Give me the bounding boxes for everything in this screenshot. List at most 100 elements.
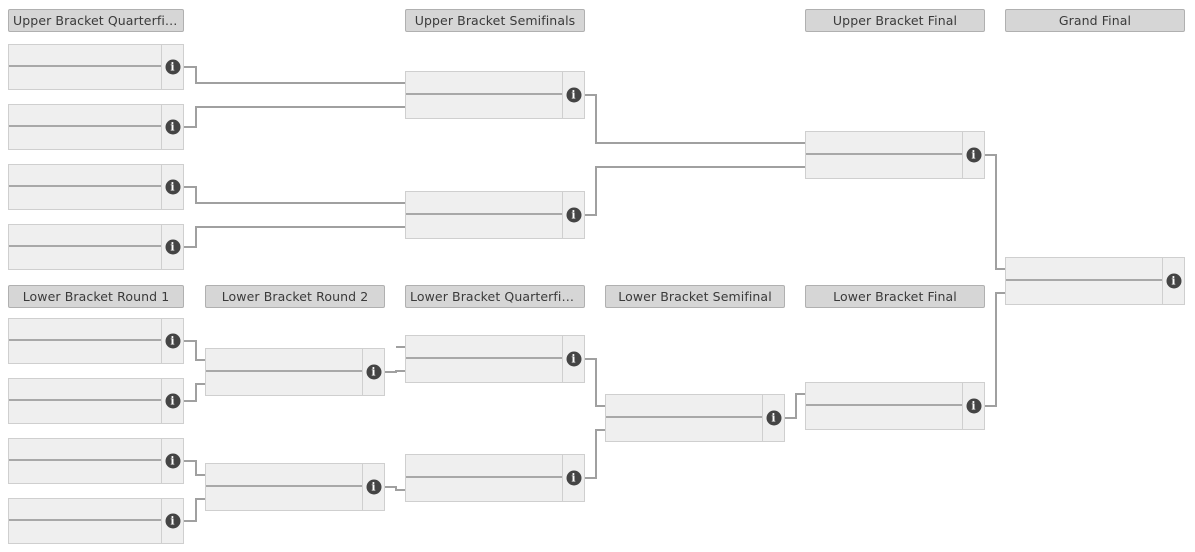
info-icon[interactable]: i	[165, 333, 180, 349]
match-slot-top[interactable]	[806, 383, 962, 406]
info-icon[interactable]: i	[766, 410, 781, 426]
match-slot-top[interactable]	[206, 349, 362, 372]
match-info-column: i	[562, 455, 584, 501]
round-header-ub-f[interactable]: Upper Bracket Final	[805, 9, 985, 32]
round-header-ub-sf[interactable]: Upper Bracket Semifinals	[405, 9, 585, 32]
match-slot-bottom[interactable]	[806, 155, 962, 178]
match-slot-bottom[interactable]	[806, 406, 962, 429]
match-lbr1m3[interactable]: i	[8, 438, 184, 484]
match-slot-top[interactable]	[1006, 258, 1162, 281]
match-slot-top[interactable]	[406, 192, 562, 215]
match-slot-bottom[interactable]	[9, 247, 161, 269]
match-info-column: i	[161, 379, 183, 423]
match-slot-top[interactable]	[9, 105, 161, 127]
match-info-column: i	[562, 72, 584, 118]
match-lbr2m2[interactable]: i	[205, 463, 385, 511]
info-icon[interactable]: i	[165, 393, 180, 409]
info-icon[interactable]: i	[1166, 273, 1181, 289]
match-slot-top[interactable]	[406, 336, 562, 359]
match-slots	[406, 72, 562, 118]
bracket-connector	[585, 166, 805, 216]
match-slot-bottom[interactable]	[206, 487, 362, 510]
match-slot-bottom[interactable]	[9, 187, 161, 209]
info-icon[interactable]: i	[165, 239, 180, 255]
match-slot-top[interactable]	[406, 455, 562, 478]
info-icon[interactable]: i	[566, 87, 581, 103]
round-header-lb-sf[interactable]: Lower Bracket Semifinal	[605, 285, 785, 308]
bracket-connector	[385, 486, 405, 491]
match-slot-bottom[interactable]	[406, 478, 562, 501]
info-icon[interactable]: i	[966, 147, 981, 163]
match-slot-top[interactable]	[9, 165, 161, 187]
info-icon[interactable]: i	[566, 351, 581, 367]
match-slot-bottom[interactable]	[406, 95, 562, 118]
match-slot-bottom[interactable]	[406, 215, 562, 238]
match-slot-bottom[interactable]	[9, 67, 161, 89]
match-slot-bottom[interactable]	[206, 372, 362, 395]
match-info-column: i	[1162, 258, 1184, 304]
bracket-connector	[585, 94, 805, 144]
match-slot-top[interactable]	[9, 379, 161, 401]
match-slot-bottom[interactable]	[1006, 281, 1162, 304]
match-lbqf1[interactable]: i	[405, 335, 585, 383]
match-slot-bottom[interactable]	[9, 521, 161, 543]
match-slots	[806, 383, 962, 429]
info-icon[interactable]: i	[165, 513, 180, 529]
match-ubqf2[interactable]: i	[8, 104, 184, 150]
round-header-lb-r2[interactable]: Lower Bracket Round 2	[205, 285, 385, 308]
round-header-label: Lower Bracket Final	[833, 289, 957, 304]
info-icon[interactable]: i	[566, 470, 581, 486]
info-icon[interactable]: i	[165, 453, 180, 469]
match-slot-top[interactable]	[9, 499, 161, 521]
match-slot-bottom[interactable]	[406, 359, 562, 382]
match-ubqf1[interactable]: i	[8, 44, 184, 90]
match-slot-bottom[interactable]	[606, 418, 762, 441]
match-lbqf2[interactable]: i	[405, 454, 585, 502]
info-icon[interactable]: i	[366, 479, 381, 495]
round-header-lb-r1[interactable]: Lower Bracket Round 1	[8, 285, 184, 308]
match-lbsf1[interactable]: i	[605, 394, 785, 442]
info-icon[interactable]: i	[966, 398, 981, 414]
match-gf1[interactable]: i	[1005, 257, 1185, 305]
info-icon[interactable]: i	[165, 59, 180, 75]
match-ubf1[interactable]: i	[805, 131, 985, 179]
match-slot-top[interactable]	[606, 395, 762, 418]
match-info-column: i	[161, 165, 183, 209]
match-ubsf2[interactable]: i	[405, 191, 585, 239]
match-slot-top[interactable]	[806, 132, 962, 155]
match-slot-bottom[interactable]	[9, 401, 161, 423]
match-slots	[406, 455, 562, 501]
match-slot-top[interactable]	[9, 439, 161, 461]
match-lbf1[interactable]: i	[805, 382, 985, 430]
match-slot-top[interactable]	[406, 72, 562, 95]
match-slot-top[interactable]	[206, 464, 362, 487]
round-header-ub-qf[interactable]: Upper Bracket Quarterfin...	[8, 9, 184, 32]
round-header-lb-f[interactable]: Lower Bracket Final	[805, 285, 985, 308]
match-lbr1m4[interactable]: i	[8, 498, 184, 544]
info-icon[interactable]: i	[165, 179, 180, 195]
match-slot-top[interactable]	[9, 225, 161, 247]
bracket-connector	[385, 370, 405, 373]
match-lbr2m1[interactable]: i	[205, 348, 385, 396]
info-icon[interactable]: i	[566, 207, 581, 223]
round-header-label: Lower Bracket Quarterfin...	[410, 289, 582, 304]
match-slots	[9, 45, 161, 89]
match-slots	[9, 165, 161, 209]
match-slot-top[interactable]	[9, 319, 161, 341]
match-lbr1m2[interactable]: i	[8, 378, 184, 424]
match-lbr1m1[interactable]: i	[8, 318, 184, 364]
match-slot-bottom[interactable]	[9, 127, 161, 149]
match-ubqf4[interactable]: i	[8, 224, 184, 270]
match-ubqf3[interactable]: i	[8, 164, 184, 210]
info-icon[interactable]: i	[366, 364, 381, 380]
info-icon[interactable]: i	[165, 119, 180, 135]
bracket-connector	[585, 358, 605, 407]
round-header-lb-qf[interactable]: Lower Bracket Quarterfin...	[405, 285, 585, 308]
match-slots	[206, 349, 362, 395]
match-ubsf1[interactable]: i	[405, 71, 585, 119]
match-slot-bottom[interactable]	[9, 461, 161, 483]
round-header-gf[interactable]: Grand Final	[1005, 9, 1185, 32]
match-slot-bottom[interactable]	[9, 341, 161, 363]
match-slots	[806, 132, 962, 178]
match-slot-top[interactable]	[9, 45, 161, 67]
